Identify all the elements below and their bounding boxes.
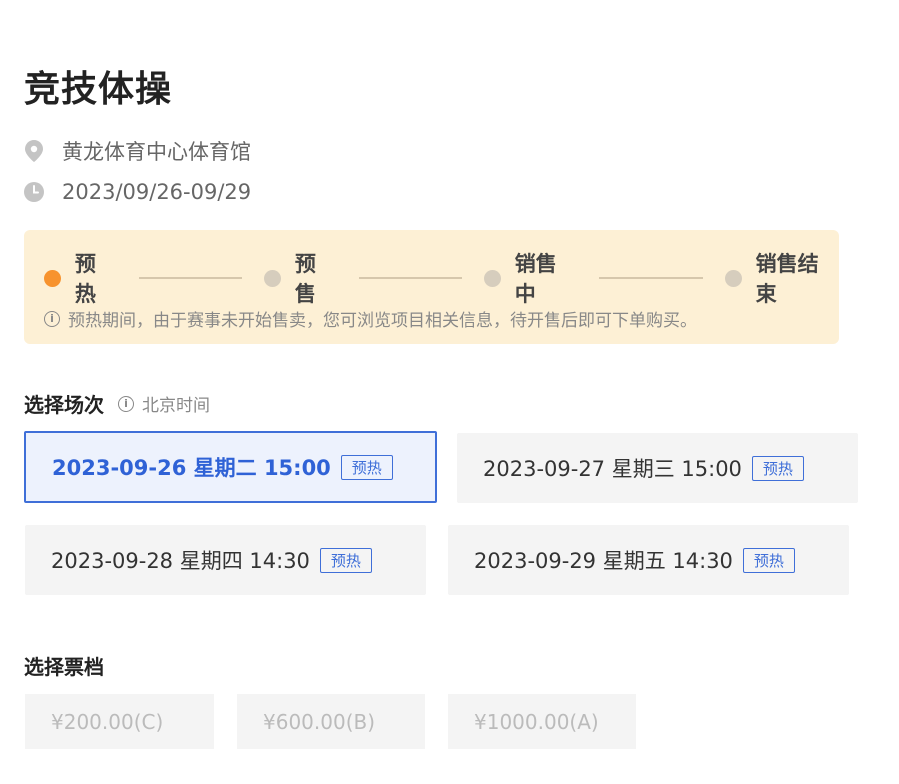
event-title: 竞技体操 (24, 69, 173, 110)
tickets-heading: 选择票档 (24, 651, 104, 680)
price-option[interactable]: ¥200.00(C) (25, 694, 214, 749)
venue-name: 黄龙体育中心体育馆 (62, 140, 251, 164)
status-connector (138, 277, 242, 279)
session-label: 2023-09-28 星期四 14:30 (51, 549, 310, 573)
price-label: ¥200.00(C) (51, 709, 164, 734)
date-row: 2023/09/26-09/29 (24, 180, 251, 204)
clock-icon (24, 182, 44, 202)
status-hint: i 预热期间，由于赛事未开始售卖，您可浏览项目相关信息，待开售后即可下单购买。 (44, 306, 697, 331)
status-dot-active (44, 269, 61, 287)
sessions-heading: 选择场次 i 北京时间 (24, 389, 210, 418)
session-status-tag: 预热 (340, 454, 393, 480)
status-connector (358, 277, 462, 279)
venue-row: 黄龙体育中心体育馆 (24, 136, 251, 166)
status-connector (599, 277, 703, 279)
info-icon: i (44, 310, 60, 327)
tickets-title: 选择票档 (24, 655, 104, 679)
location-pin-icon (24, 140, 44, 162)
session-option[interactable]: 2023-09-28 星期四 14:30 预热 (25, 525, 426, 595)
session-option[interactable]: 2023-09-29 星期五 14:30 预热 (448, 525, 849, 595)
status-step-label: 销售结束 (755, 252, 819, 306)
status-dot (263, 269, 281, 287)
event-dates: 2023/09/26-09/29 (62, 180, 252, 204)
session-label: 2023-09-27 星期三 15:00 (483, 457, 742, 481)
session-label: 2023-09-29 星期五 14:30 (474, 549, 733, 573)
status-step-label: 预热 (74, 252, 96, 306)
timezone-note: i 北京时间 (118, 391, 210, 416)
status-step-onsale: 销售中 (483, 248, 577, 308)
info-icon: i (118, 395, 134, 412)
price-option[interactable]: ¥1000.00(A) (448, 694, 636, 749)
status-steps: 预热 预售 销售中 销售结束 (44, 248, 839, 308)
session-status-tag: 预热 (742, 547, 795, 573)
session-status-tag: 预热 (319, 547, 372, 573)
timezone-label: 北京时间 (142, 396, 210, 416)
status-dot (724, 269, 742, 287)
status-step-preheat: 预热 (44, 248, 117, 308)
session-option[interactable]: 2023-09-27 星期三 15:00 预热 (457, 433, 858, 503)
price-label: ¥600.00(B) (263, 709, 376, 734)
session-label: 2023-09-26 星期二 15:00 (52, 456, 331, 480)
sessions-title: 选择场次 (24, 393, 104, 417)
session-status-tag: 预热 (751, 455, 804, 481)
session-option[interactable]: 2023-09-26 星期二 15:00 预热 (24, 431, 437, 503)
status-step-ended: 销售结束 (724, 248, 839, 308)
status-hint-text: 预热期间，由于赛事未开始售卖，您可浏览项目相关信息，待开售后即可下单购买。 (68, 311, 697, 331)
status-step-presale: 预售 (263, 248, 337, 308)
status-step-label: 销售中 (514, 252, 557, 306)
sale-status-panel: 预热 预售 销售中 销售结束 i 预热期间，由于赛事未开始售卖，您可浏览项目相关… (24, 230, 839, 344)
status-step-label: 预售 (294, 252, 316, 306)
status-dot (483, 269, 501, 287)
price-option[interactable]: ¥600.00(B) (237, 694, 425, 749)
price-label: ¥1000.00(A) (474, 709, 599, 734)
